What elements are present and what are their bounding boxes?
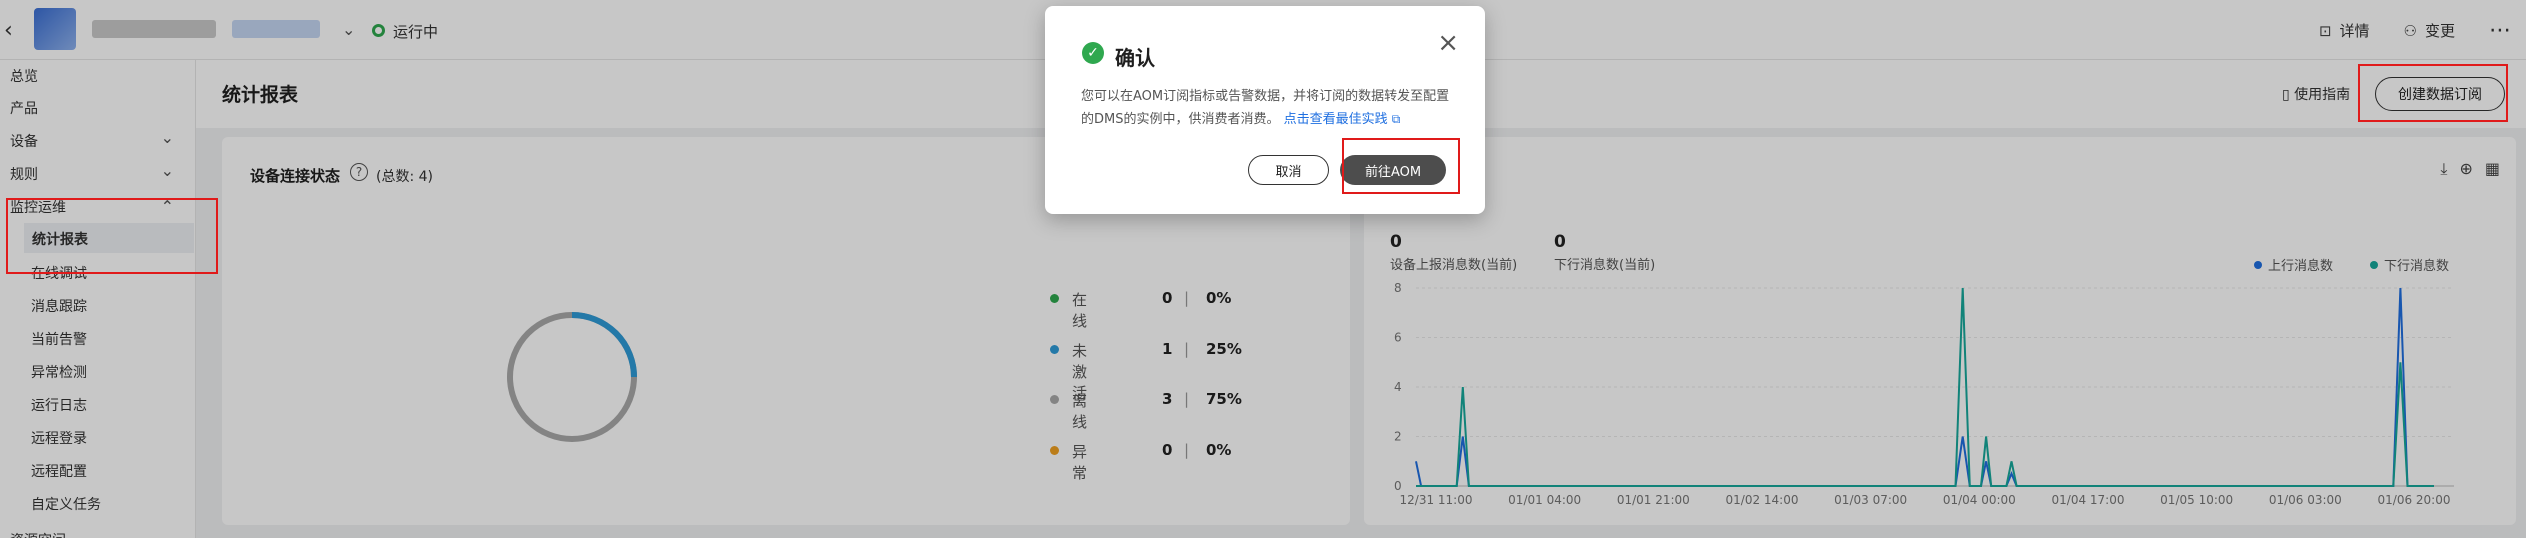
annotation-box-go-aom	[1342, 138, 1460, 194]
annotation-box-create	[2358, 64, 2508, 122]
cancel-button[interactable]: 取消	[1248, 155, 1329, 185]
dialog-body: 您可以在AOM订阅指标或告警数据，并将订阅的数据转发至配置的DMS的实例中，供消…	[1081, 89, 1450, 127]
best-practice-link[interactable]: 点击查看最佳实践	[1284, 112, 1388, 127]
success-check-icon: ✓	[1082, 42, 1104, 64]
annotation-box-sidebar	[6, 198, 218, 274]
close-icon[interactable]: ×	[1437, 30, 1459, 56]
external-link-icon[interactable]: ⧉	[1392, 112, 1401, 126]
dialog-title: 确认	[1115, 46, 1155, 70]
